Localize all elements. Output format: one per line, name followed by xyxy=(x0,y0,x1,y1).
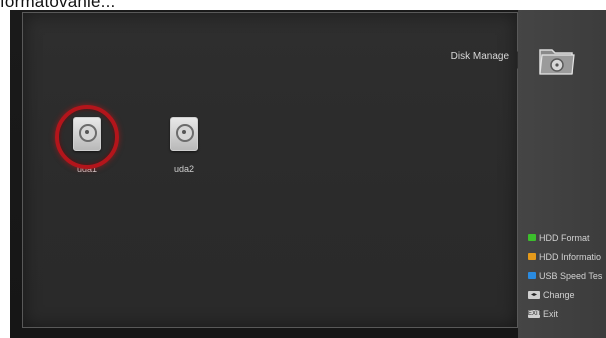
folder-disk-icon xyxy=(539,49,575,75)
legend-exit[interactable]: EXIT Exit xyxy=(528,304,602,323)
legend-label: HDD Format xyxy=(539,232,590,243)
legend-label: Change xyxy=(543,289,575,300)
exit-key-icon: EXIT xyxy=(528,309,542,318)
key-legend: HDD Format HDD Informatio USB Speed Tes … xyxy=(528,228,602,323)
legend-label: Exit xyxy=(543,308,559,319)
arrow-keys-icon: ◂▸ xyxy=(528,290,540,299)
disk-item-uda2[interactable]: uda2 xyxy=(154,117,214,174)
side-panel: HDD Format HDD Informatio USB Speed Tes … xyxy=(518,10,606,338)
hard-disk-icon xyxy=(170,117,198,151)
disk-label: uda2 xyxy=(173,164,195,174)
legend-hdd-format[interactable]: HDD Format xyxy=(528,228,602,247)
hard-disk-icon xyxy=(73,117,101,151)
green-key-icon xyxy=(528,234,536,241)
screen-caption: formatovanie... xyxy=(0,0,116,11)
disk-list-panel: Disk Manage uda1 uda2 xyxy=(22,12,526,328)
menu-title: Disk Manage xyxy=(450,51,509,62)
yellow-key-icon xyxy=(528,253,536,260)
blue-key-icon xyxy=(528,272,536,279)
legend-usb-speed-test[interactable]: USB Speed Tes xyxy=(528,266,602,285)
legend-change[interactable]: ◂▸ Change xyxy=(528,285,602,304)
legend-label: USB Speed Tes xyxy=(539,270,603,281)
disk-item-uda1[interactable]: uda1 xyxy=(55,105,119,174)
legend-label: HDD Informatio xyxy=(539,251,602,262)
legend-hdd-information[interactable]: HDD Informatio xyxy=(528,247,602,266)
tv-screen: Disk Manage uda1 uda2 HDD Format HDD Inf… xyxy=(10,10,606,338)
